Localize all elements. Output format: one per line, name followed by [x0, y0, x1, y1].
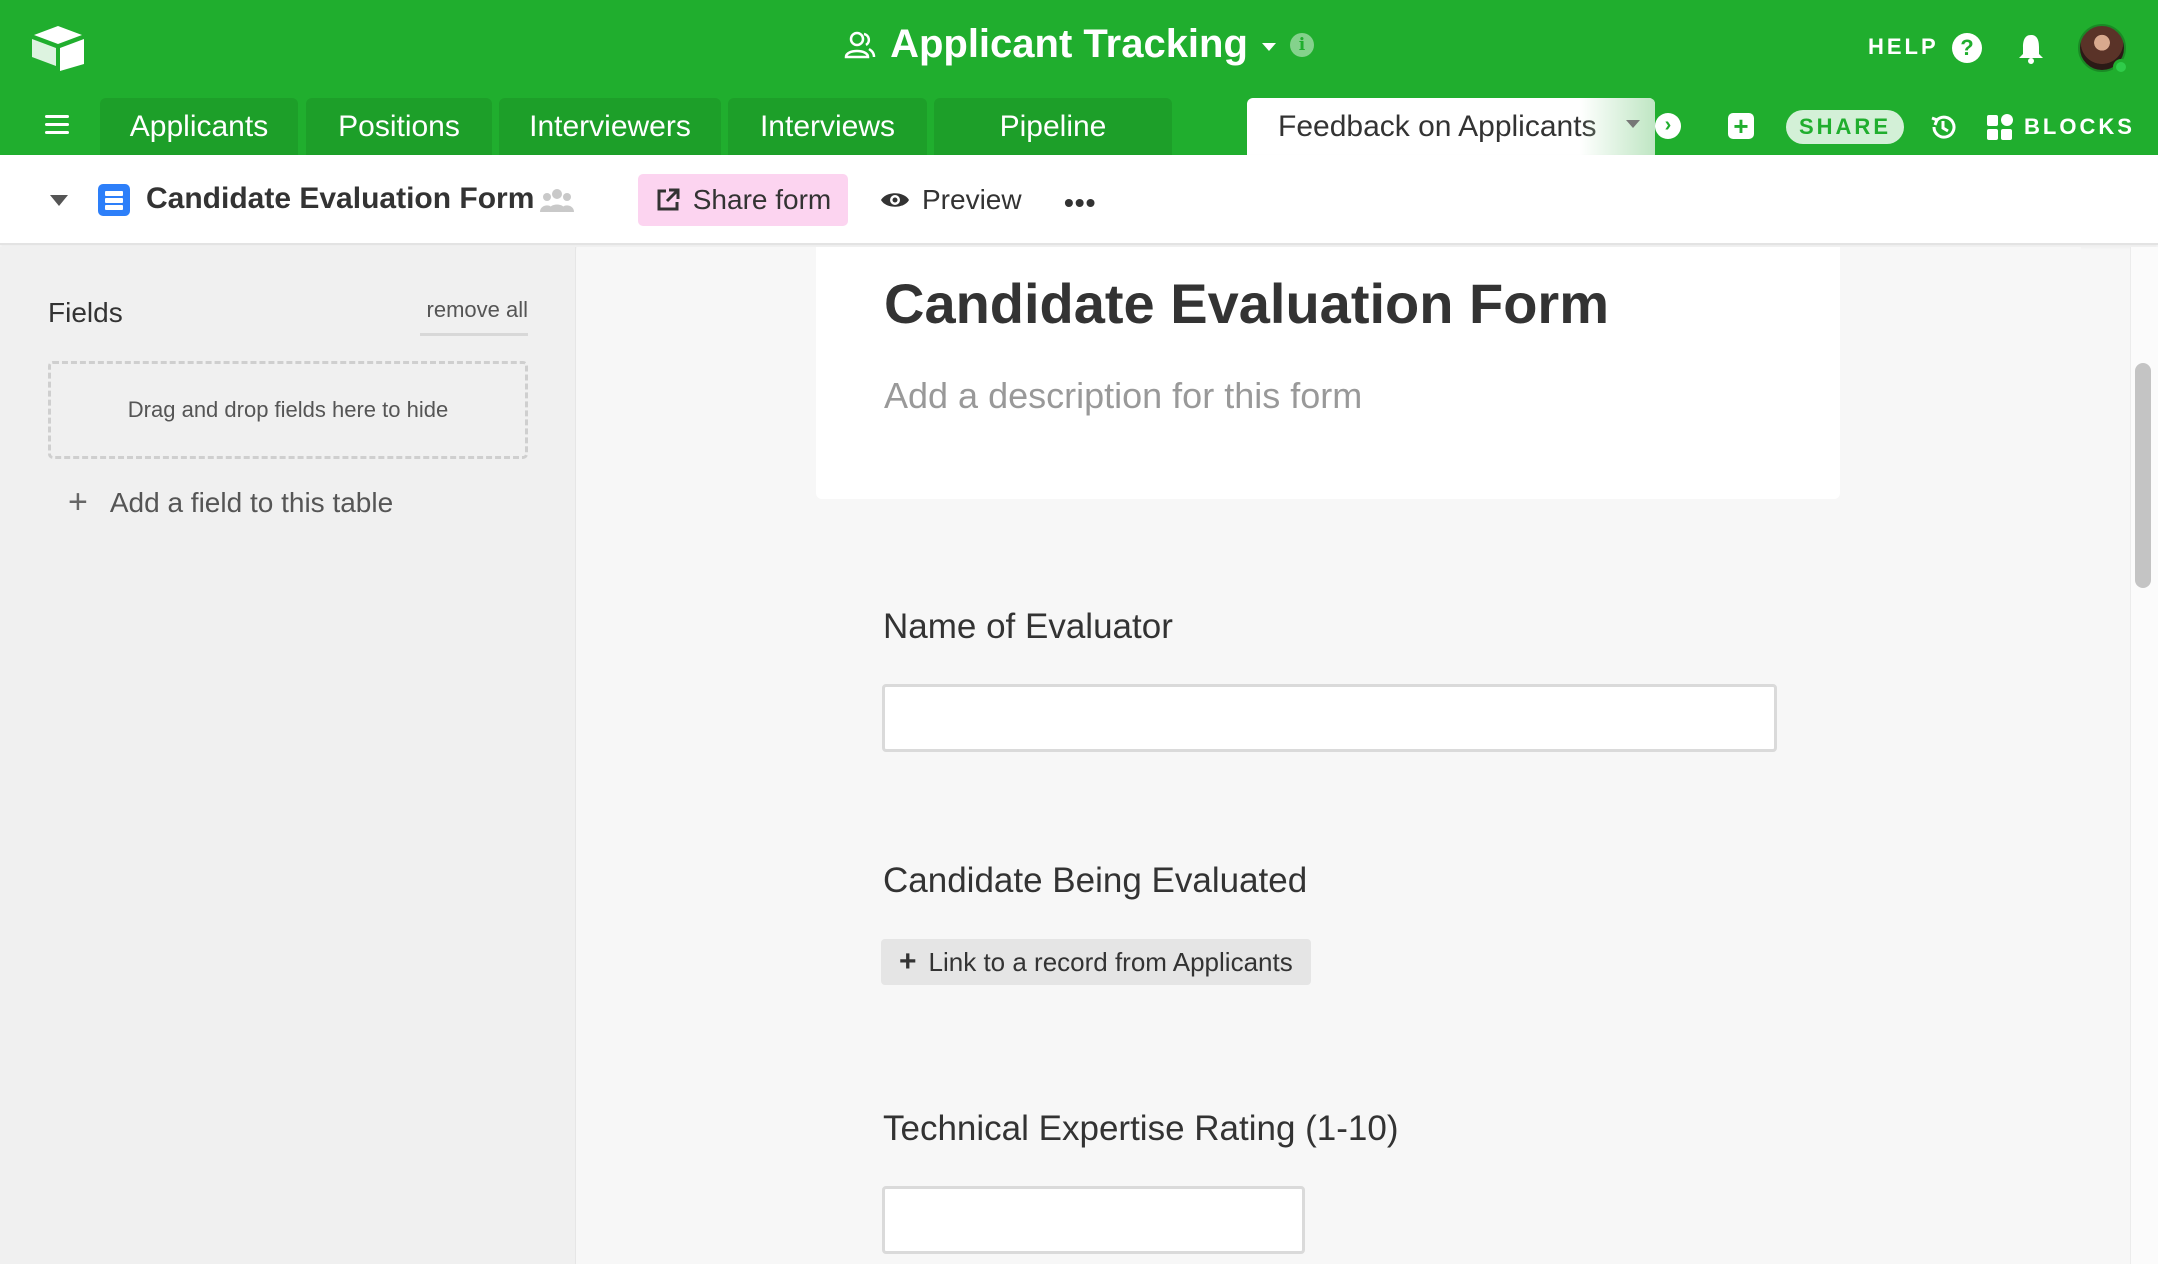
- external-link-icon: [657, 188, 680, 211]
- scrollbar-thumb[interactable]: [2135, 363, 2151, 588]
- base-title[interactable]: Applicant Tracking: [890, 22, 1248, 67]
- share-form-button[interactable]: Share form: [638, 174, 848, 226]
- base-title-menu[interactable]: Applicant Tracking i: [844, 22, 1314, 67]
- technical-rating-input[interactable]: [882, 1186, 1305, 1254]
- link-record-button[interactable]: + Link to a record from Applicants: [881, 939, 1311, 985]
- tab-interviews[interactable]: Interviews: [728, 98, 927, 155]
- form-title[interactable]: Candidate Evaluation Form: [884, 271, 1609, 336]
- view-name[interactable]: Candidate Evaluation Form: [146, 182, 534, 216]
- chevron-down-icon[interactable]: [1261, 42, 1276, 51]
- info-icon[interactable]: i: [1289, 32, 1314, 57]
- question-label[interactable]: Name of Evaluator: [883, 607, 1173, 647]
- history-icon[interactable]: [1928, 112, 1958, 142]
- fields-sidebar: Fields remove all Drag and drop fields h…: [0, 247, 576, 1264]
- help-icon[interactable]: ?: [1952, 33, 1982, 63]
- evaluator-name-input[interactable]: [882, 684, 1777, 752]
- collaborative-view-icon: [540, 189, 574, 212]
- eye-icon: [881, 193, 909, 207]
- plus-icon: +: [899, 945, 917, 978]
- tab-positions[interactable]: Positions: [306, 98, 492, 155]
- form-canvas: Candidate Evaluation Form Add a descript…: [577, 247, 2081, 1264]
- help-link[interactable]: HELP: [1868, 34, 1939, 60]
- blocks-button[interactable]: BLOCKS: [2024, 114, 2135, 140]
- top-bar: Applicant Tracking i HELP ? Applicants P…: [0, 0, 2158, 200]
- tab-menu-chevron-icon[interactable]: [1626, 120, 1640, 128]
- view-bar: Candidate Evaluation Form Share form Pre…: [0, 155, 2158, 245]
- plus-icon: +: [68, 483, 88, 521]
- blocks-icon[interactable]: [1985, 112, 2015, 142]
- fields-heading: Fields: [48, 297, 123, 328]
- preview-label: Preview: [922, 184, 1022, 215]
- add-table-icon[interactable]: +: [1728, 113, 1754, 139]
- question-label[interactable]: Candidate Being Evaluated: [883, 861, 1307, 901]
- tab-interviewers[interactable]: Interviewers: [499, 98, 721, 155]
- online-status-dot: [2113, 59, 2129, 75]
- add-field-label: Add a field to this table: [109, 486, 394, 518]
- people-icon: [844, 31, 876, 58]
- form-view-icon: [98, 184, 130, 216]
- hidden-fields-dropzone[interactable]: Drag and drop fields here to hide: [48, 361, 528, 459]
- airtable-logo-icon[interactable]: [30, 24, 86, 72]
- notification-bell-icon[interactable]: [2016, 32, 2046, 64]
- remove-all-button[interactable]: remove all: [420, 297, 528, 336]
- tab-pipeline-feedback[interactable]: Pipeline Feedback: [934, 98, 1172, 200]
- add-field-button[interactable]: + Add a field to this table: [68, 483, 393, 522]
- preview-button[interactable]: Preview: [880, 174, 1022, 226]
- menu-icon[interactable]: [45, 115, 69, 135]
- form-description-field[interactable]: Add a description for this form: [884, 375, 1362, 417]
- views-toggle-chevron-icon[interactable]: [50, 195, 68, 206]
- share-form-label: Share form: [692, 184, 832, 215]
- chevron-right-icon[interactable]: ›: [1655, 113, 1681, 139]
- question-label[interactable]: Technical Expertise Rating (1-10): [883, 1109, 1399, 1149]
- share-button[interactable]: SHARE: [1786, 110, 1904, 144]
- tab-applicants[interactable]: Applicants: [100, 98, 298, 155]
- tab-overflow-fade: [1580, 98, 1655, 155]
- link-record-label: Link to a record from Applicants: [928, 946, 1293, 977]
- form-header-card: Candidate Evaluation Form Add a descript…: [816, 247, 1840, 499]
- more-options-icon[interactable]: •••: [1064, 187, 1096, 219]
